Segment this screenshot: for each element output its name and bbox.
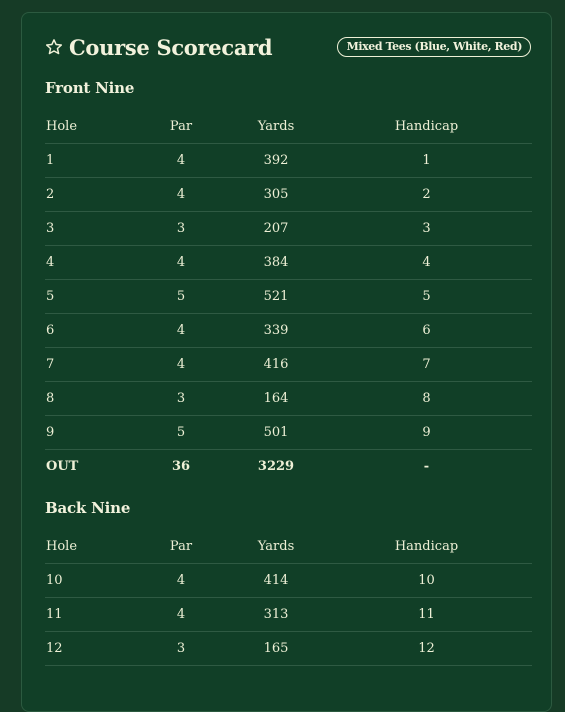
par-cell: 4 [131,347,231,382]
yards-cell: 521 [231,279,321,314]
hole-cell: 5 [45,279,131,314]
table-row: 6 4 339 6 [45,313,532,348]
front-nine-title: Front Nine [45,79,135,97]
column-header-yards: Yards [231,530,321,564]
table-row: 9 5 501 9 [45,415,532,450]
total-yards-cell: 3229 [257,459,295,474]
par-cell: 4 [131,313,231,348]
column-header-handicap: Handicap [321,530,532,564]
par-cell: 5 [131,415,231,450]
page-title: Course Scorecard [69,34,273,60]
yards-cell: 165 [231,631,321,666]
par-cell: 3 [131,381,231,416]
handicap-cell: 4 [321,245,532,280]
scorecard-card: Course Scorecard Mixed Tees (Blue, White… [21,12,552,712]
table-row: 4 4 384 4 [45,245,532,280]
par-cell: 4 [131,597,231,632]
column-header-hole: Hole [45,530,131,564]
front-nine-table: Hole Par Yards Handicap 1 4 392 1 2 4 30… [45,110,532,483]
table-header-row: Hole Par Yards Handicap [45,110,532,144]
table-row: 8 3 164 8 [45,381,532,416]
scorecard-header: Course Scorecard Mixed Tees (Blue, White… [45,33,531,61]
back-nine-title: Back Nine [45,499,131,517]
yards-cell: 384 [231,245,321,280]
hole-cell: 10 [45,563,131,598]
par-cell: 4 [131,143,231,178]
back-nine-table: Hole Par Yards Handicap 10 4 414 10 11 4… [45,530,532,666]
yards-cell: 339 [231,313,321,348]
table-row: 1 4 392 1 [45,143,532,178]
total-par-cell: 36 [171,459,191,474]
column-header-yards: Yards [231,110,321,144]
table-header-row: Hole Par Yards Handicap [45,530,532,564]
table-row: 3 3 207 3 [45,211,532,246]
column-header-par: Par [131,110,231,144]
total-label-cell: OUT [46,459,79,474]
yards-cell: 416 [231,347,321,382]
par-cell: 3 [131,631,231,666]
handicap-cell: 2 [321,177,532,212]
table-row: 2 4 305 2 [45,177,532,212]
handicap-cell: 3 [321,211,532,246]
handicap-cell: 1 [321,143,532,178]
table-row: 10 4 414 10 [45,563,532,598]
handicap-cell: 6 [321,313,532,348]
column-header-handicap: Handicap [321,110,532,144]
hole-cell: 6 [45,313,131,348]
column-header-par: Par [131,530,231,564]
par-cell: 4 [131,245,231,280]
hole-cell: 11 [45,597,131,632]
yards-cell: 501 [231,415,321,450]
yards-cell: 414 [231,563,321,598]
hole-cell: 2 [45,177,131,212]
hole-cell: 1 [45,143,131,178]
hole-cell: 12 [45,631,131,666]
table-row: 5 5 521 5 [45,279,532,314]
yards-cell: 305 [231,177,321,212]
total-handicap-cell: - [423,459,430,474]
hole-cell: 8 [45,381,131,416]
column-header-hole: Hole [45,110,131,144]
hole-cell: 7 [45,347,131,382]
par-cell: 4 [131,177,231,212]
hole-cell: 9 [45,415,131,450]
star-icon [45,38,63,56]
table-row: 7 4 416 7 [45,347,532,382]
yards-cell: 313 [231,597,321,632]
yards-cell: 392 [231,143,321,178]
handicap-cell: 10 [321,563,532,598]
par-cell: 5 [131,279,231,314]
hole-cell: 3 [45,211,131,246]
total-row-out: OUT 36 3229 - [45,450,532,484]
handicap-cell: 12 [321,631,532,666]
par-cell: 3 [131,211,231,246]
yards-cell: 164 [231,381,321,416]
table-row: 11 4 313 11 [45,597,532,632]
hole-cell: 4 [45,245,131,280]
tees-badge: Mixed Tees (Blue, White, Red) [336,37,531,57]
table-row: 12 3 165 12 [45,631,532,666]
handicap-cell: 11 [321,597,532,632]
handicap-cell: 5 [321,279,532,314]
handicap-cell: 9 [321,415,532,450]
handicap-cell: 8 [321,381,532,416]
handicap-cell: 7 [321,347,532,382]
par-cell: 4 [131,563,231,598]
title-group: Course Scorecard [45,34,273,60]
yards-cell: 207 [231,211,321,246]
